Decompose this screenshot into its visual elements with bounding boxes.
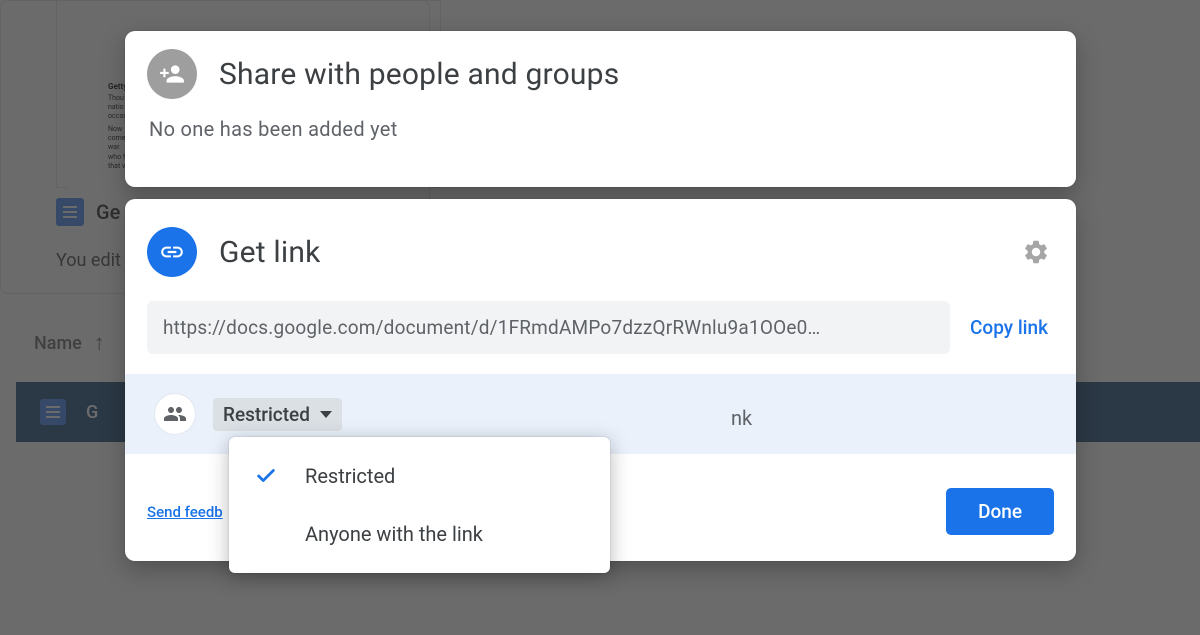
share-header[interactable]: Share with people and groups <box>147 49 1054 99</box>
gear-icon <box>1022 238 1050 266</box>
link-url-row: https://docs.google.com/document/d/1FRmd… <box>147 301 1054 354</box>
access-dropdown-menu: Restricted Anyone with the link <box>229 437 610 573</box>
access-selected-label: Restricted <box>223 403 310 426</box>
get-link-title: Get link <box>219 235 996 270</box>
link-icon <box>147 227 197 277</box>
person-add-icon <box>147 49 197 99</box>
link-settings-button[interactable] <box>1018 234 1054 270</box>
audience-icon <box>155 394 195 434</box>
done-button[interactable]: Done <box>946 488 1054 535</box>
share-subtitle: No one has been added yet <box>149 117 1054 141</box>
share-link-field[interactable]: https://docs.google.com/document/d/1FRmd… <box>147 301 950 354</box>
share-title: Share with people and groups <box>219 57 619 92</box>
get-link-header: Get link <box>147 227 1054 277</box>
access-option-restricted[interactable]: Restricted <box>229 447 610 505</box>
share-people-section: Share with people and groups No one has … <box>125 31 1076 187</box>
access-option-anyone[interactable]: Anyone with the link <box>229 505 610 563</box>
access-option-label: Anyone with the link <box>305 522 483 546</box>
check-icon <box>253 465 279 487</box>
access-option-label: Restricted <box>305 464 395 488</box>
chevron-down-icon <box>320 411 332 418</box>
access-hint-text: nk <box>731 406 752 430</box>
copy-link-button[interactable]: Copy link <box>970 316 1054 339</box>
send-feedback-link[interactable]: Send feedb <box>147 503 223 521</box>
access-dropdown-trigger[interactable]: Restricted <box>213 398 342 431</box>
